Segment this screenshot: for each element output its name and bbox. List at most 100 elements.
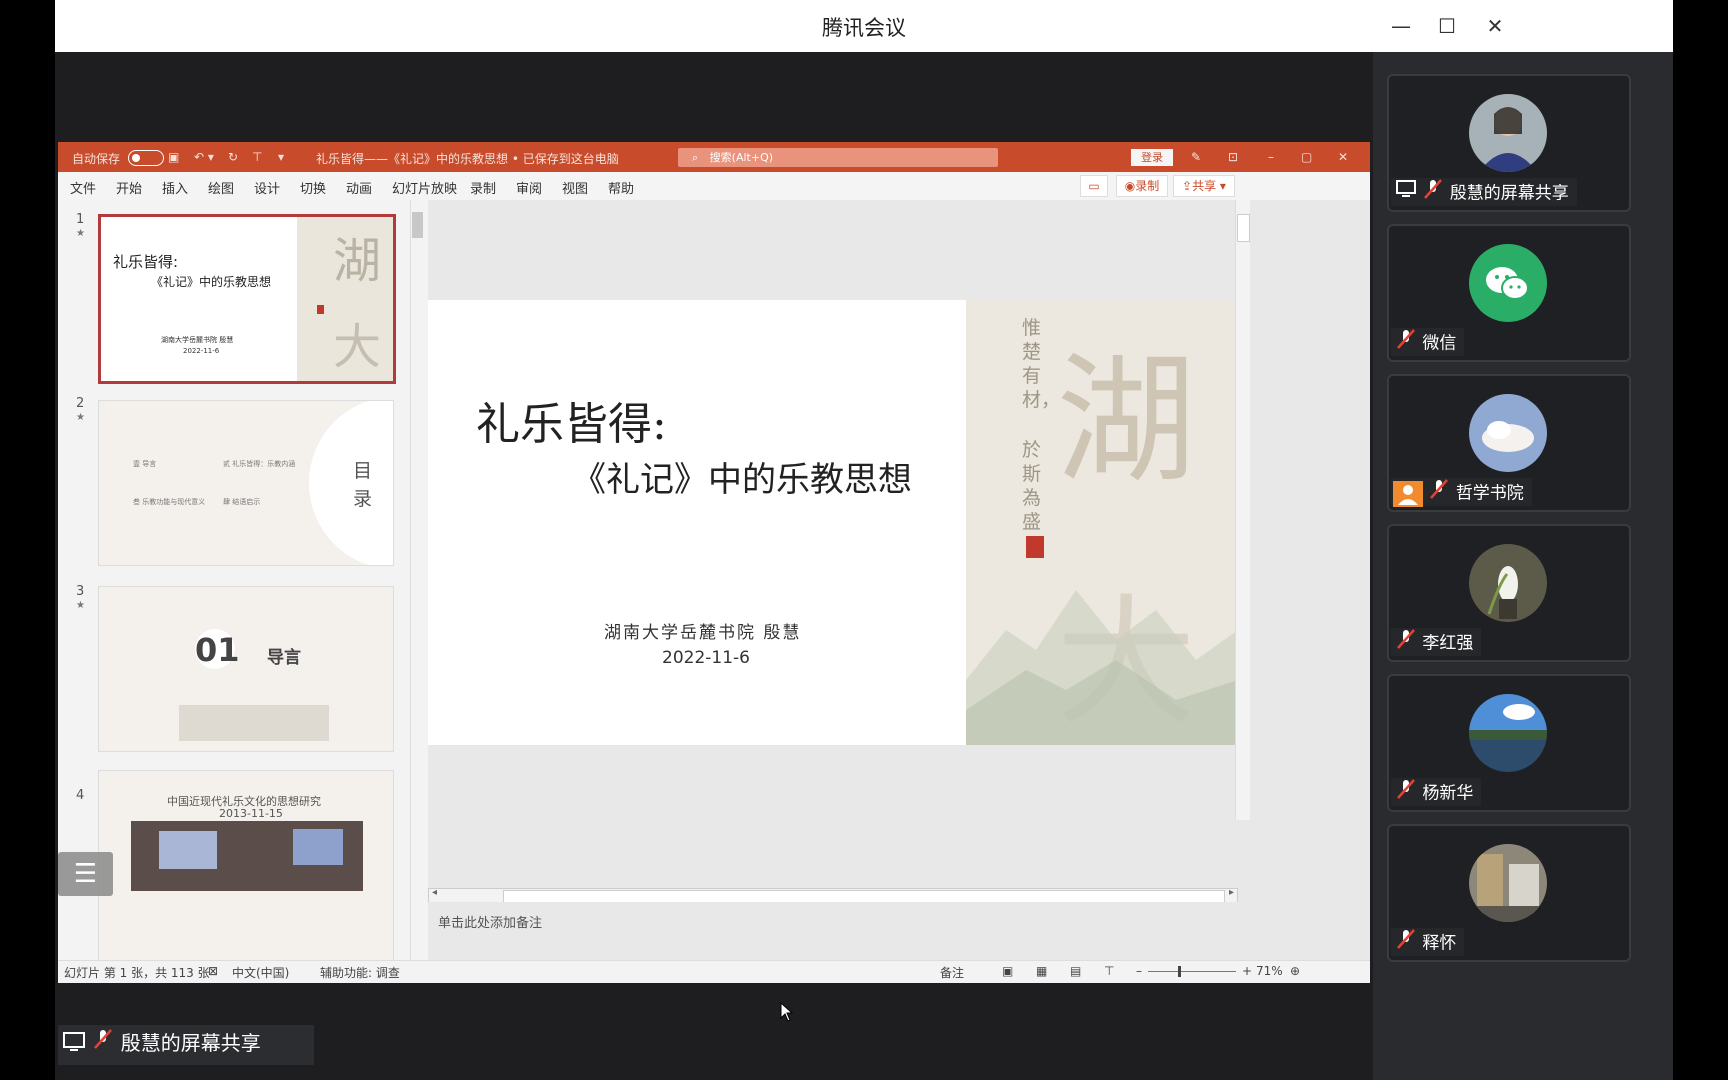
mic-muted-icon <box>1395 328 1417 359</box>
projector-screen <box>293 829 343 865</box>
thumbnail-slide-2[interactable]: 壹 导言 贰 礼乐皆得：乐教内涵 叁 乐教功能与现代意义 肆 结语启示 目录 <box>98 400 394 566</box>
doc-title[interactable]: 礼乐皆得——《礼记》中的乐教思想 • 已保存到这台电脑 <box>316 150 619 167</box>
mic-muted-icon <box>1395 628 1417 659</box>
avatar <box>1469 394 1547 472</box>
share-owner-label: 殷慧的屏幕共享 <box>120 1031 261 1055</box>
section-number: 01 <box>195 631 240 669</box>
tab-file[interactable]: 文件 <box>70 178 96 197</box>
participant-card[interactable]: 李红强 <box>1387 524 1631 662</box>
notes-pane[interactable]: 单击此处添加备注 <box>428 902 1370 942</box>
pen-icon[interactable]: ✎ <box>1191 150 1201 164</box>
tab-help[interactable]: 帮助 <box>608 178 634 197</box>
tab-design[interactable]: 设计 <box>254 178 280 197</box>
accessibility-status[interactable]: 辅助功能: 调查 <box>320 964 400 981</box>
comments-button[interactable]: ▭ <box>1080 175 1108 197</box>
ribbon-display-icon[interactable]: ⊡ <box>1228 150 1238 164</box>
scroll-left-icon[interactable]: ◂ <box>432 887 437 898</box>
participants-panel: 殷慧的屏幕共享 微信 哲学书院 李红强 杨新华 释怀 <box>1373 52 1673 1080</box>
share-button[interactable]: ⇪共享 ▾ <box>1173 175 1235 197</box>
search-icon: ⌕ <box>692 151 699 164</box>
avatar <box>1469 694 1547 772</box>
normal-view-icon[interactable]: ▣ <box>1002 964 1013 978</box>
thumb-big-char: 大 <box>333 319 382 375</box>
notes-placeholder: 单击此处添加备注 <box>438 916 543 931</box>
thumbnail-slide-1[interactable]: 礼乐皆得: 《礼记》中的乐教思想 湖南大学岳麓书院 殷慧 2022-11-6 湖… <box>98 214 396 384</box>
zoom-out-icon[interactable]: – <box>1136 964 1142 978</box>
avatar <box>1469 94 1547 172</box>
projector-screen <box>159 831 217 869</box>
thumbnail-slide-4[interactable]: 中国近现代礼乐文化的思想研究 2013-11-15 <box>98 770 394 960</box>
screen-share-icon <box>62 1031 86 1058</box>
slide-landscape-art: 湖 大 惟楚有材， 於斯為盛 <box>966 300 1238 745</box>
participant-label: 杨新华 <box>1391 778 1482 809</box>
participant-name: 释怀 <box>1422 933 1457 954</box>
tab-transitions[interactable]: 切换 <box>300 178 326 197</box>
maximize-icon[interactable]: ☐ <box>1431 10 1463 42</box>
toc-title: 目录 <box>353 460 373 510</box>
tab-insert[interactable]: 插入 <box>162 178 188 197</box>
participant-label: 微信 <box>1391 328 1465 359</box>
ppt-restore-icon[interactable]: ▢ <box>1301 150 1312 164</box>
record-dot-icon: ◉ <box>1124 179 1136 193</box>
tab-home[interactable]: 开始 <box>116 178 142 197</box>
participant-name: 杨新华 <box>1422 783 1474 804</box>
reading-view-icon[interactable]: ▤ <box>1070 964 1081 978</box>
tab-draw[interactable]: 绘图 <box>208 178 234 197</box>
participant-card[interactable]: 哲学书院 <box>1387 374 1631 512</box>
customize-icon[interactable]: ▾ <box>278 150 284 164</box>
thumb-star-icon: ★ <box>76 228 85 239</box>
tab-review[interactable]: 审阅 <box>516 178 542 197</box>
fit-to-window-icon[interactable]: ⊕ <box>1290 964 1300 978</box>
ppt-minimize-icon[interactable]: – <box>1268 150 1274 164</box>
tab-record[interactable]: 录制 <box>470 178 496 197</box>
slide-sorter-icon[interactable]: ▦ <box>1036 964 1047 978</box>
avatar <box>1469 544 1547 622</box>
zoom-slider-handle[interactable] <box>1178 966 1181 977</box>
thumb-number: 3 <box>76 584 85 599</box>
ppt-ribbon-tabs: 文件 开始 插入 绘图 设计 切换 动画 幻灯片放映 录制 审阅 视图 帮助 ▭… <box>58 172 1370 201</box>
save-icon[interactable]: ▣ <box>168 150 179 164</box>
login-button[interactable]: 登录 <box>1131 149 1173 166</box>
ppt-titlebar: 自动保存 ▣ ↶ ▾ ↻ ⊤ ▾ 礼乐皆得——《礼记》中的乐教思想 • 已保存到… <box>58 142 1370 172</box>
scroll-thumb[interactable] <box>412 212 423 238</box>
conference-photo <box>131 821 363 891</box>
scroll-right-icon[interactable]: ▸ <box>1229 887 1234 898</box>
slideshow-icon[interactable]: ⊤ <box>1104 964 1114 978</box>
redo-icon[interactable]: ↻ <box>228 150 238 164</box>
thumb-star-icon: ★ <box>76 412 85 423</box>
undo-icon[interactable]: ↶ ▾ <box>194 150 214 164</box>
present-icon[interactable]: ⊤ <box>252 150 262 164</box>
tencent-meeting-window: 腾讯会议 — ☐ ✕ 自动保存 ▣ ↶ ▾ ↻ ⊤ ▾ 礼乐皆得——《礼记》中的… <box>55 0 1673 1080</box>
participant-card[interactable]: 微信 <box>1387 224 1631 362</box>
zoom-in-icon[interactable]: + <box>1242 964 1252 978</box>
tab-animations[interactable]: 动画 <box>346 178 372 197</box>
thumb-art: 湖 大 <box>297 217 393 381</box>
spellcheck-icon[interactable]: ⊠ <box>208 964 218 978</box>
tab-view[interactable]: 视图 <box>562 178 588 197</box>
thumbnail-scrollbar[interactable] <box>410 200 425 960</box>
ppt-close-icon[interactable]: ✕ <box>1338 150 1348 164</box>
record-button[interactable]: ◉录制 <box>1116 175 1168 197</box>
slide-scrollbar[interactable] <box>1235 200 1250 820</box>
toc-item: 叁 乐教功能与现代意义 <box>133 498 206 506</box>
search-box[interactable]: ⌕ 搜索(Alt+Q) <box>678 148 998 167</box>
autosave-toggle[interactable] <box>128 150 164 166</box>
zoom-slider[interactable] <box>1148 971 1236 972</box>
zoom-level[interactable]: 71% <box>1256 964 1283 978</box>
close-icon[interactable]: ✕ <box>1479 10 1511 42</box>
minimize-icon[interactable]: — <box>1385 10 1417 42</box>
mic-muted-icon <box>1395 778 1417 809</box>
notes-button[interactable]: 备注 <box>940 964 964 981</box>
participant-name: 哲学书院 <box>1455 483 1524 504</box>
participant-card[interactable]: 殷慧的屏幕共享 <box>1387 74 1631 212</box>
participant-card[interactable]: 杨新华 <box>1387 674 1631 812</box>
participant-card[interactable]: 释怀 <box>1387 824 1631 962</box>
thumbnail-slide-3[interactable]: 01 导言 <box>98 586 394 752</box>
current-slide[interactable]: 礼乐皆得: 《礼记》中的乐教思想 湖南大学岳麓书院 殷慧 2022-11-6 湖… <box>428 300 1238 745</box>
scroll-thumb[interactable] <box>1237 214 1250 242</box>
tab-slideshow[interactable]: 幻灯片放映 <box>392 178 457 197</box>
language-status[interactable]: 中文(中国) <box>232 964 289 981</box>
outline-list-icon[interactable]: ☰ <box>58 852 113 896</box>
thumb-star-icon: ★ <box>76 600 85 611</box>
slide-title: 礼乐皆得: <box>476 399 667 450</box>
